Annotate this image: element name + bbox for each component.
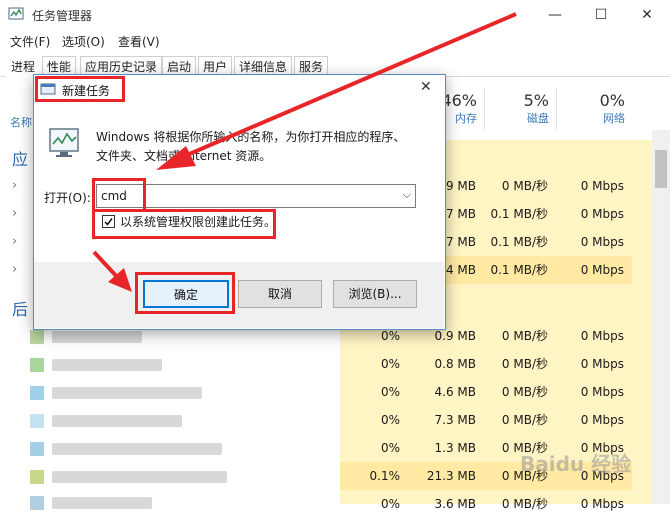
close-window-button[interactable]: ✕: [624, 0, 670, 30]
bg-row3-memory: 4.6 MB: [434, 385, 476, 399]
network-percent: 0%: [599, 91, 625, 110]
bg-row4-disk: 0 MB/秒: [501, 413, 548, 427]
bg-row3-disk: 0 MB/秒: [501, 385, 548, 399]
bg-row4-network: 0 Mbps: [580, 413, 624, 427]
window-title: 任务管理器: [32, 9, 93, 23]
annotation-box-title: [35, 76, 125, 102]
bg-row3-cpu: 0%: [380, 385, 400, 399]
process-name-blurred: [52, 359, 162, 371]
process-icon: [30, 386, 44, 400]
column-network[interactable]: 0% 网络: [556, 88, 633, 130]
bg-row3-network: 0 Mbps: [580, 385, 624, 399]
bg-row2-cpu: 0%: [380, 357, 400, 371]
bg-row7-cpu: 0%: [380, 497, 400, 511]
bg-row4-cpu: 0%: [380, 413, 400, 427]
dialog-close-button[interactable]: ✕: [420, 79, 432, 95]
process-name-blurred: [52, 331, 142, 343]
process-icon: [30, 442, 44, 456]
chevron-down-icon[interactable]: ⌵: [403, 188, 411, 202]
process-icon: [30, 358, 44, 372]
row4-network: 0 Mbps: [556, 256, 632, 284]
row4-disk: 0.1 MB/秒: [484, 256, 556, 284]
bg-row7-disk: 0 MB/秒: [501, 497, 548, 511]
scrollbar-thumb[interactable]: [655, 150, 667, 188]
bg-row2-memory: 0.8 MB: [434, 357, 476, 371]
watermark: Baidu 经验: [520, 452, 632, 476]
process-icon: [30, 414, 44, 428]
bg-row2-disk: 0 MB/秒: [501, 357, 548, 371]
process-icon: [30, 470, 44, 484]
dialog-description-line2: 文件夹、文档或 Internet 资源。: [96, 149, 272, 163]
process-name-blurred: [52, 497, 152, 509]
background-group-header: 后: [12, 300, 29, 319]
bg-row7-memory: 3.6 MB: [434, 497, 476, 511]
disk-label: 磁盘: [527, 112, 549, 125]
process-icon: [30, 330, 44, 344]
bg-row2-network: 0 Mbps: [580, 357, 624, 371]
bg-row5-cpu: 0%: [380, 441, 400, 455]
disk-percent: 5%: [523, 91, 549, 110]
process-name-blurred: [52, 415, 182, 427]
process-icon: [30, 496, 44, 510]
bg-row6-cpu: 0.1%: [340, 462, 408, 490]
annotation-box-checkbox: [92, 209, 276, 239]
bg-row1-disk: 0 MB/秒: [501, 329, 548, 343]
open-label: 打开(O):: [44, 191, 91, 205]
bg-row4-memory: 7.3 MB: [434, 413, 476, 427]
row1-network: 0 Mbps: [580, 179, 624, 193]
process-name-blurred: [52, 443, 222, 455]
dialog-description-line1: Windows 将根据你所输入的名称，为你打开相应的程序、: [96, 130, 406, 144]
task-manager-monitor-icon: [49, 128, 79, 157]
expand-chevron-icon[interactable]: ›: [12, 262, 17, 277]
bg-row5-memory: 1.3 MB: [434, 441, 476, 455]
bg-row1-network: 0 Mbps: [580, 329, 624, 343]
task-manager-app-icon: [8, 7, 24, 20]
expand-chevron-icon[interactable]: ›: [12, 178, 17, 193]
bg-row6-memory: 21.3 MB: [408, 462, 484, 490]
row3-network: 0 Mbps: [580, 235, 624, 249]
name-column-header[interactable]: 名称: [10, 114, 32, 130]
process-name-blurred: [52, 471, 227, 483]
row3-disk: 0.1 MB/秒: [490, 235, 548, 249]
expand-chevron-icon[interactable]: ›: [12, 206, 17, 221]
menu-options[interactable]: 选项(O): [62, 33, 105, 50]
browse-button[interactable]: 浏览(B)...: [333, 280, 417, 308]
cancel-button[interactable]: 取消: [238, 280, 322, 308]
maximize-button[interactable]: ☐: [578, 0, 624, 30]
menu-file[interactable]: 文件(F): [10, 33, 50, 50]
row1-disk: 0 MB/秒: [501, 179, 548, 193]
minimize-button[interactable]: —: [532, 0, 578, 30]
bg-row7-network: 0 Mbps: [580, 497, 624, 511]
annotation-box-ok: [135, 272, 235, 314]
expand-chevron-icon[interactable]: ›: [12, 234, 17, 249]
row2-disk: 0.1 MB/秒: [490, 207, 548, 221]
menu-view[interactable]: 查看(V): [118, 33, 160, 50]
annotation-box-cmd: [92, 178, 146, 212]
row2-network: 0 Mbps: [580, 207, 624, 221]
network-label: 网络: [603, 112, 625, 125]
column-disk[interactable]: 5% 磁盘: [484, 88, 557, 130]
apps-group-header: 应: [12, 150, 29, 169]
process-name-blurred: [52, 387, 202, 399]
